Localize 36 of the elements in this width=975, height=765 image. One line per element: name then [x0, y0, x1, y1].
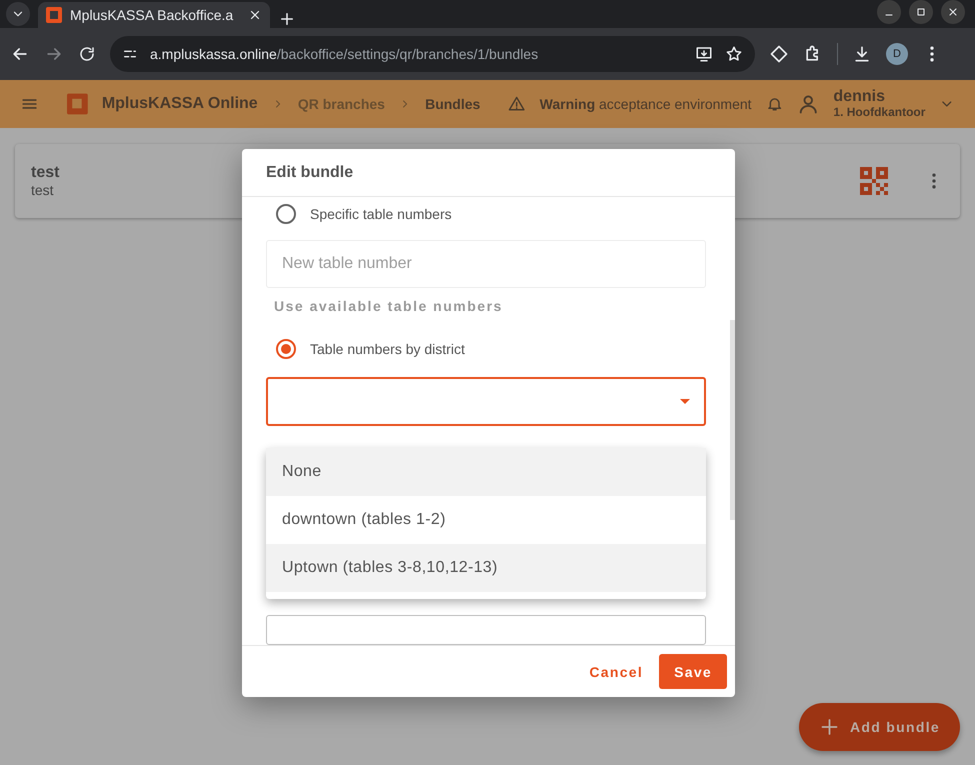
table-number-field[interactable]: New table number	[266, 240, 706, 288]
close-icon[interactable]	[947, 6, 959, 18]
breadcrumb: Bundles	[425, 96, 480, 112]
maximize-icon[interactable]	[915, 6, 927, 18]
browser-tab[interactable]: MplusKASSA Backoffice.a	[38, 2, 270, 28]
user-name: dennis	[833, 88, 886, 106]
url-text[interactable]: a.mpluskassa.online/backoffice/settings/qr/branches/1/bundles	[150, 46, 683, 62]
star-icon[interactable]	[725, 45, 743, 63]
plus-icon	[819, 716, 840, 738]
bundle-title: test	[31, 164, 60, 182]
menu-item[interactable]: Uptown (tables 3-8,10,12-13)	[266, 544, 706, 592]
scrollbar[interactable]	[730, 320, 735, 520]
menu-item[interactable]: downtown (tables 1-2)	[266, 496, 706, 544]
bundle-subtitle: test	[31, 182, 54, 198]
app-logo-icon	[67, 92, 88, 116]
cancel-button[interactable]: Cancel	[589, 656, 644, 688]
text-field[interactable]	[266, 615, 706, 645]
address-bar[interactable]: a.mpluskassa.online/backoffice/settings/qr/branches/1/bundles	[110, 36, 755, 72]
branch-name: 1. Hoofdkantoor	[833, 106, 926, 120]
radio-option[interactable]: Specific table numbers	[266, 197, 706, 233]
save-button[interactable]: Save	[659, 654, 727, 689]
dropdown-caret-icon	[680, 399, 690, 404]
district-select[interactable]	[266, 377, 706, 426]
reload-icon[interactable]	[78, 45, 96, 63]
radio-option[interactable]: Table numbers by district	[266, 330, 706, 368]
section-label: Use available table numbers	[273, 297, 504, 316]
dialog-title: Edit bundle	[242, 149, 735, 197]
close-icon[interactable]	[248, 8, 262, 22]
extension-diamond-icon[interactable]	[769, 44, 789, 64]
app-logo-icon	[46, 7, 62, 23]
profile-avatar[interactable]: D	[886, 43, 908, 65]
menu-item[interactable]: None	[266, 448, 706, 496]
warning-text: Warning acceptance environment	[540, 96, 752, 112]
qr-code-icon[interactable]	[860, 167, 888, 195]
install-icon[interactable]	[695, 45, 713, 63]
new-tab-icon[interactable]	[278, 10, 296, 28]
